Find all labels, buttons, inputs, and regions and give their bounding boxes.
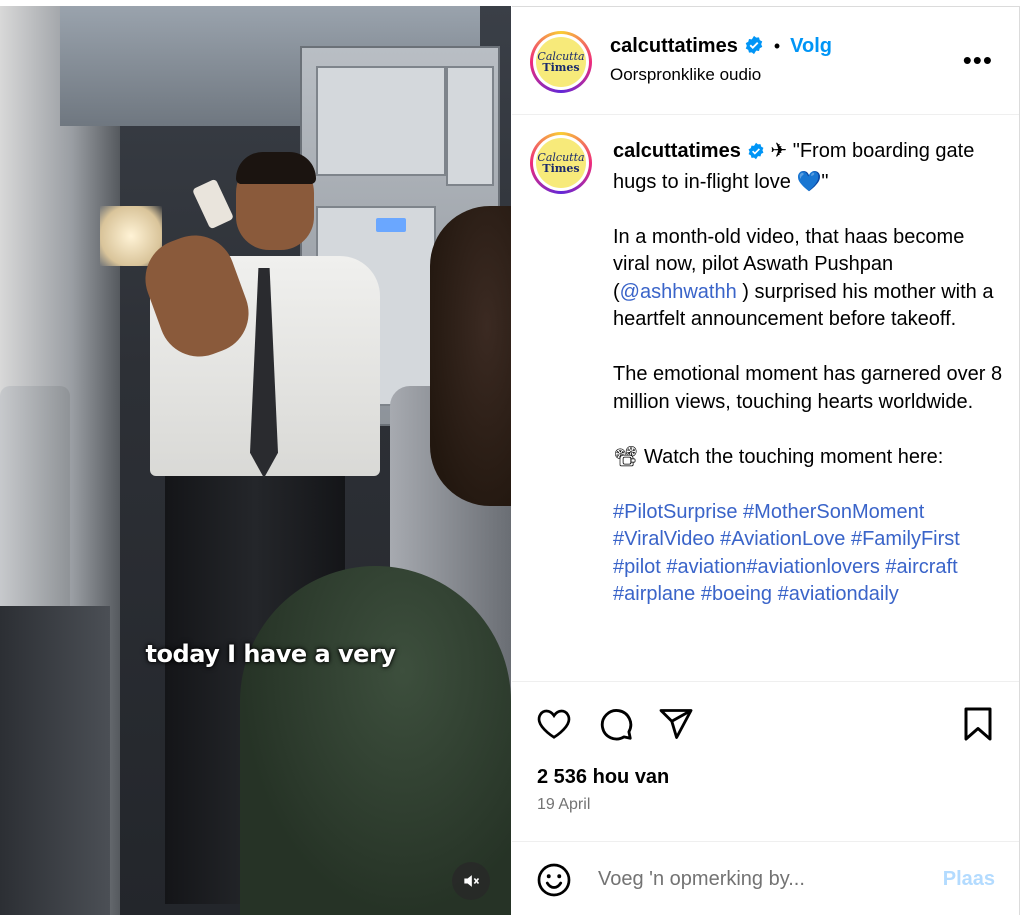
comment-button[interactable] <box>598 706 634 747</box>
speaker-muted-icon <box>464 875 480 887</box>
post-caption: calcuttatimes ✈ "From boarding gate hugs… <box>613 138 1003 636</box>
comment-input[interactable] <box>598 864 928 894</box>
passenger <box>430 206 511 506</box>
separator-dot: • <box>773 36 781 56</box>
galley-compartment <box>316 66 446 176</box>
share-button[interactable] <box>658 706 694 747</box>
heart-icon <box>537 709 571 739</box>
bookmark-icon <box>964 707 992 741</box>
calcutta-times-logo: Calcutta Times <box>536 37 586 87</box>
handset <box>191 178 235 230</box>
like-count[interactable]: 2 536 hou van <box>537 766 669 789</box>
comment-icon <box>600 709 633 741</box>
hashtags[interactable]: #PilotSurprise #MotherSonMoment #ViralVi… <box>613 499 1003 609</box>
caption-paragraph: 📽 Watch the touching moment here: <box>613 445 944 468</box>
reel-video[interactable]: today I have a very <box>0 6 511 915</box>
verified-badge-icon <box>744 35 764 60</box>
galley-compartment <box>446 66 494 186</box>
caption-area[interactable]: Calcutta Times calcuttatimes ✈ "From boa… <box>512 116 1019 681</box>
comment-bar: Plaas <box>512 841 1019 915</box>
galley-indicator <box>376 218 406 232</box>
post-header: Calcutta Times calcuttatimes • Volg Oorspr… <box>512 7 1019 115</box>
caption-username[interactable]: calcuttatimes <box>613 140 741 162</box>
username-link[interactable]: calcuttatimes <box>610 35 738 57</box>
emoji-button[interactable] <box>536 862 572 903</box>
like-button[interactable] <box>536 706 572 745</box>
post-comment-button[interactable]: Plaas <box>943 868 995 891</box>
send-icon <box>659 709 693 739</box>
follow-button[interactable]: Volg <box>790 35 832 57</box>
verified-badge-icon <box>747 141 765 169</box>
calcutta-times-logo: Calcutta Times <box>536 138 586 188</box>
action-bar: 2 536 hou van 19 April <box>512 681 1019 841</box>
post-date[interactable]: 19 April <box>537 796 590 814</box>
caption-paragraph: The emotional moment has garnered over 8… <box>613 363 1003 413</box>
video-caption: today I have a very <box>145 640 396 668</box>
avatar[interactable]: Calcutta Times <box>530 31 592 93</box>
avatar[interactable]: Calcutta Times <box>530 132 592 194</box>
save-button[interactable] <box>962 706 994 747</box>
audio-link[interactable]: Oorspronklike oudio <box>610 65 761 85</box>
emoji-icon <box>537 863 571 897</box>
pilot-hair <box>236 152 316 184</box>
post-panel: Calcutta Times calcuttatimes • Volg Oorspr… <box>512 6 1020 915</box>
more-options-icon[interactable]: ••• <box>963 47 993 73</box>
mute-button[interactable] <box>452 862 490 900</box>
mention-link[interactable]: @ashhwathh <box>620 281 737 303</box>
header-title-row: calcuttatimes • Volg <box>610 35 832 60</box>
caption-paragraph: In a month-old video, that haas become v… <box>613 225 994 331</box>
